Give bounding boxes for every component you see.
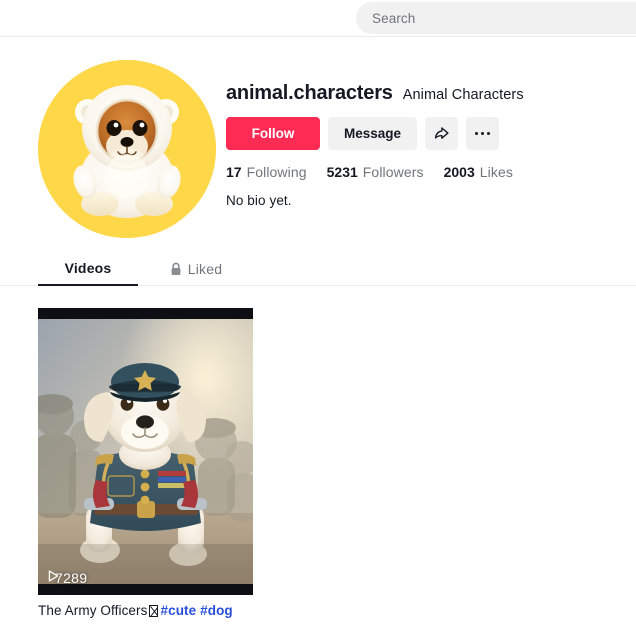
hashtag-cute[interactable]: #cute <box>160 603 196 618</box>
more-options-button[interactable] <box>466 117 499 150</box>
video-caption: The Army Officers #cute #dog <box>38 603 253 619</box>
play-count-value: 7289 <box>55 570 88 586</box>
lock-icon <box>170 262 182 276</box>
action-button-row: Follow Message <box>226 117 626 150</box>
share-button[interactable] <box>425 117 458 150</box>
username: animal.characters <box>226 82 393 104</box>
tab-videos-label: Videos <box>64 260 112 276</box>
puppy-in-military-uniform-thumbnail <box>38 308 253 595</box>
stat-count: 5231 <box>326 164 358 180</box>
nickname: Animal Characters <box>402 87 524 103</box>
plush-dog-in-bear-hoodie-avatar <box>38 60 216 238</box>
tab-liked-label: Liked <box>187 261 223 277</box>
hashtag-dog[interactable]: #dog <box>200 603 233 618</box>
share-arrow-icon <box>434 127 449 139</box>
tab-liked[interactable]: Liked <box>150 252 242 286</box>
tab-videos[interactable]: Videos <box>38 252 138 286</box>
video-grid: 7289 The Army Officers #cute #dog <box>38 308 253 619</box>
missing-glyph-icon <box>149 605 159 617</box>
stat-label: Followers <box>362 164 424 180</box>
stat-likes[interactable]: 2003 Likes <box>444 164 513 180</box>
follow-button[interactable]: Follow <box>226 117 320 150</box>
video-thumbnail[interactable]: 7289 <box>38 308 253 595</box>
avatar[interactable] <box>38 60 216 238</box>
video-card[interactable]: 7289 The Army Officers #cute #dog <box>38 308 253 619</box>
ellipsis-icon <box>474 131 491 136</box>
search-input[interactable]: Search <box>372 11 415 26</box>
stat-label: Likes <box>479 164 513 180</box>
search-bar[interactable]: Search <box>356 2 636 34</box>
name-row: animal.characters Animal Characters <box>226 82 626 105</box>
stat-count: 2003 <box>443 164 475 180</box>
stat-followers[interactable]: 5231 Followers <box>327 164 424 180</box>
stat-following[interactable]: 17 Following <box>226 164 307 180</box>
caption-text: The Army Officers <box>38 603 148 618</box>
profile-stats: 17 Following 5231 Followers 2003 Likes <box>226 164 626 180</box>
profile-info: animal.characters Animal Characters Foll… <box>226 82 626 208</box>
profile-tabs: Videos Liked <box>0 252 636 286</box>
play-count: 7289 <box>48 570 87 586</box>
stat-count: 17 <box>226 164 242 180</box>
message-button[interactable]: Message <box>328 117 417 150</box>
profile-bio: No bio yet. <box>226 193 292 208</box>
stat-label: Following <box>246 164 307 180</box>
top-header-bar: Search <box>0 0 636 37</box>
